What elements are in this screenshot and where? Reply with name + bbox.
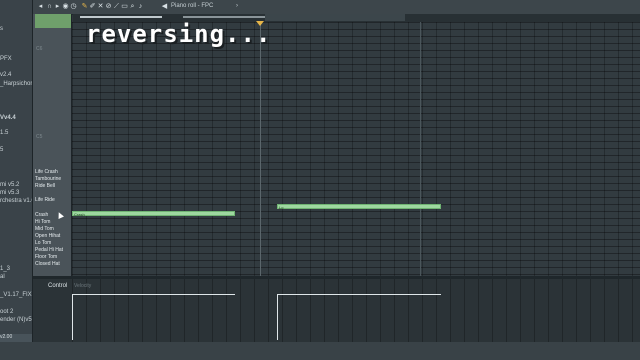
- bottom-bar: [0, 342, 640, 360]
- browser-item[interactable]: _V1.17_FIXED: [0, 292, 32, 298]
- delete-icon[interactable]: ✕: [97, 3, 104, 10]
- drum-key[interactable]: Open Hihat: [35, 233, 60, 239]
- scroll-thumb[interactable]: [80, 16, 162, 18]
- browser-item[interactable]: oot 2: [0, 309, 32, 315]
- note[interactable]: Lo: [277, 204, 441, 210]
- speaker-icon[interactable]: ◀: [161, 3, 168, 10]
- zoom-icon[interactable]: ⌕: [129, 3, 136, 10]
- browser-item[interactable]: 1_3: [0, 266, 32, 272]
- zoom-bar[interactable]: [265, 14, 405, 21]
- overlay-caption: reversing...: [86, 20, 272, 48]
- browser-panel: s PFX v2.4 _Harpsichord Vv4.4 1.5 5 mi v…: [0, 0, 33, 360]
- octave-label: C5: [36, 134, 43, 140]
- record-icon[interactable]: ◉: [62, 3, 69, 10]
- browser-item[interactable]: s: [0, 26, 32, 32]
- select-icon[interactable]: ▭: [121, 3, 128, 10]
- channel-selector[interactable]: [35, 14, 71, 28]
- browser-item[interactable]: 5: [0, 147, 32, 153]
- drum-key[interactable]: Crash: [35, 212, 48, 218]
- velocity-bar[interactable]: [72, 294, 235, 295]
- bar-line: [420, 22, 421, 276]
- drum-key[interactable]: Mid Tom: [35, 226, 54, 232]
- browser-item[interactable]: mi v5.3: [0, 190, 32, 196]
- browser-item[interactable]: al: [0, 274, 32, 280]
- magnet-icon[interactable]: ∩: [46, 3, 53, 10]
- browser-item[interactable]: _Harpsichord: [0, 81, 32, 87]
- control-label[interactable]: Control: [48, 283, 67, 289]
- octave-label: C6: [36, 46, 43, 52]
- browser-footer: v2.00: [0, 334, 32, 342]
- drum-key[interactable]: Tambourine: [35, 176, 61, 182]
- scroll-thumb-secondary[interactable]: [183, 16, 265, 18]
- window-title: Piano roll - FPC: [171, 3, 214, 9]
- velocity-stem[interactable]: [277, 294, 278, 340]
- note[interactable]: Crash: [72, 211, 235, 217]
- title-chevron-icon[interactable]: ›: [236, 3, 238, 9]
- keyboard-column: C6 C5 Life Crash Tambourine Ride Bell Li…: [33, 14, 72, 276]
- note-grid[interactable]: [72, 22, 640, 276]
- drum-key[interactable]: Life Crash: [35, 169, 58, 175]
- browser-item[interactable]: PFX: [0, 56, 32, 62]
- browser-item[interactable]: rchestra v1.6: [0, 198, 32, 204]
- drum-key[interactable]: Closed Hat: [35, 261, 60, 267]
- slice-icon[interactable]: ⟋: [113, 3, 120, 10]
- drum-key[interactable]: Hi Tom: [35, 219, 50, 225]
- browser-item[interactable]: ender (N)v5.1: [0, 317, 32, 323]
- browser-item[interactable]: 1.5: [0, 130, 32, 136]
- playback-icon[interactable]: ♪: [137, 3, 144, 10]
- control-grid[interactable]: [72, 279, 640, 342]
- drum-key[interactable]: Life Ride: [35, 197, 55, 203]
- pencil-icon[interactable]: ✎: [81, 3, 88, 10]
- clock-icon[interactable]: ◷: [70, 3, 77, 10]
- browser-item[interactable]: v2.4: [0, 72, 32, 78]
- drum-key[interactable]: Ride Bell: [35, 183, 55, 189]
- drum-key[interactable]: Floor Tom: [35, 254, 57, 260]
- play-icon[interactable]: ▸: [54, 3, 61, 10]
- drum-key[interactable]: Lo Tom: [35, 240, 51, 246]
- control-sublabel: Velocity: [74, 283, 92, 289]
- brush-icon[interactable]: ✐: [89, 3, 96, 10]
- velocity-stem[interactable]: [72, 294, 73, 340]
- mute-icon[interactable]: ⊘: [105, 3, 112, 10]
- toolbar: ◂ ∩ ▸ ◉ ◷ ✎ ✐ ✕ ⊘ ⟋ ▭ ⌕ ♪ ◀: [33, 0, 640, 15]
- drum-key[interactable]: Pedal Hi Hat: [35, 247, 63, 253]
- browser-item[interactable]: mi v5.2: [0, 182, 32, 188]
- velocity-bar[interactable]: [277, 294, 441, 295]
- browser-item[interactable]: Vv4.4: [0, 115, 32, 121]
- menu-arrow-icon[interactable]: ◂: [37, 3, 44, 10]
